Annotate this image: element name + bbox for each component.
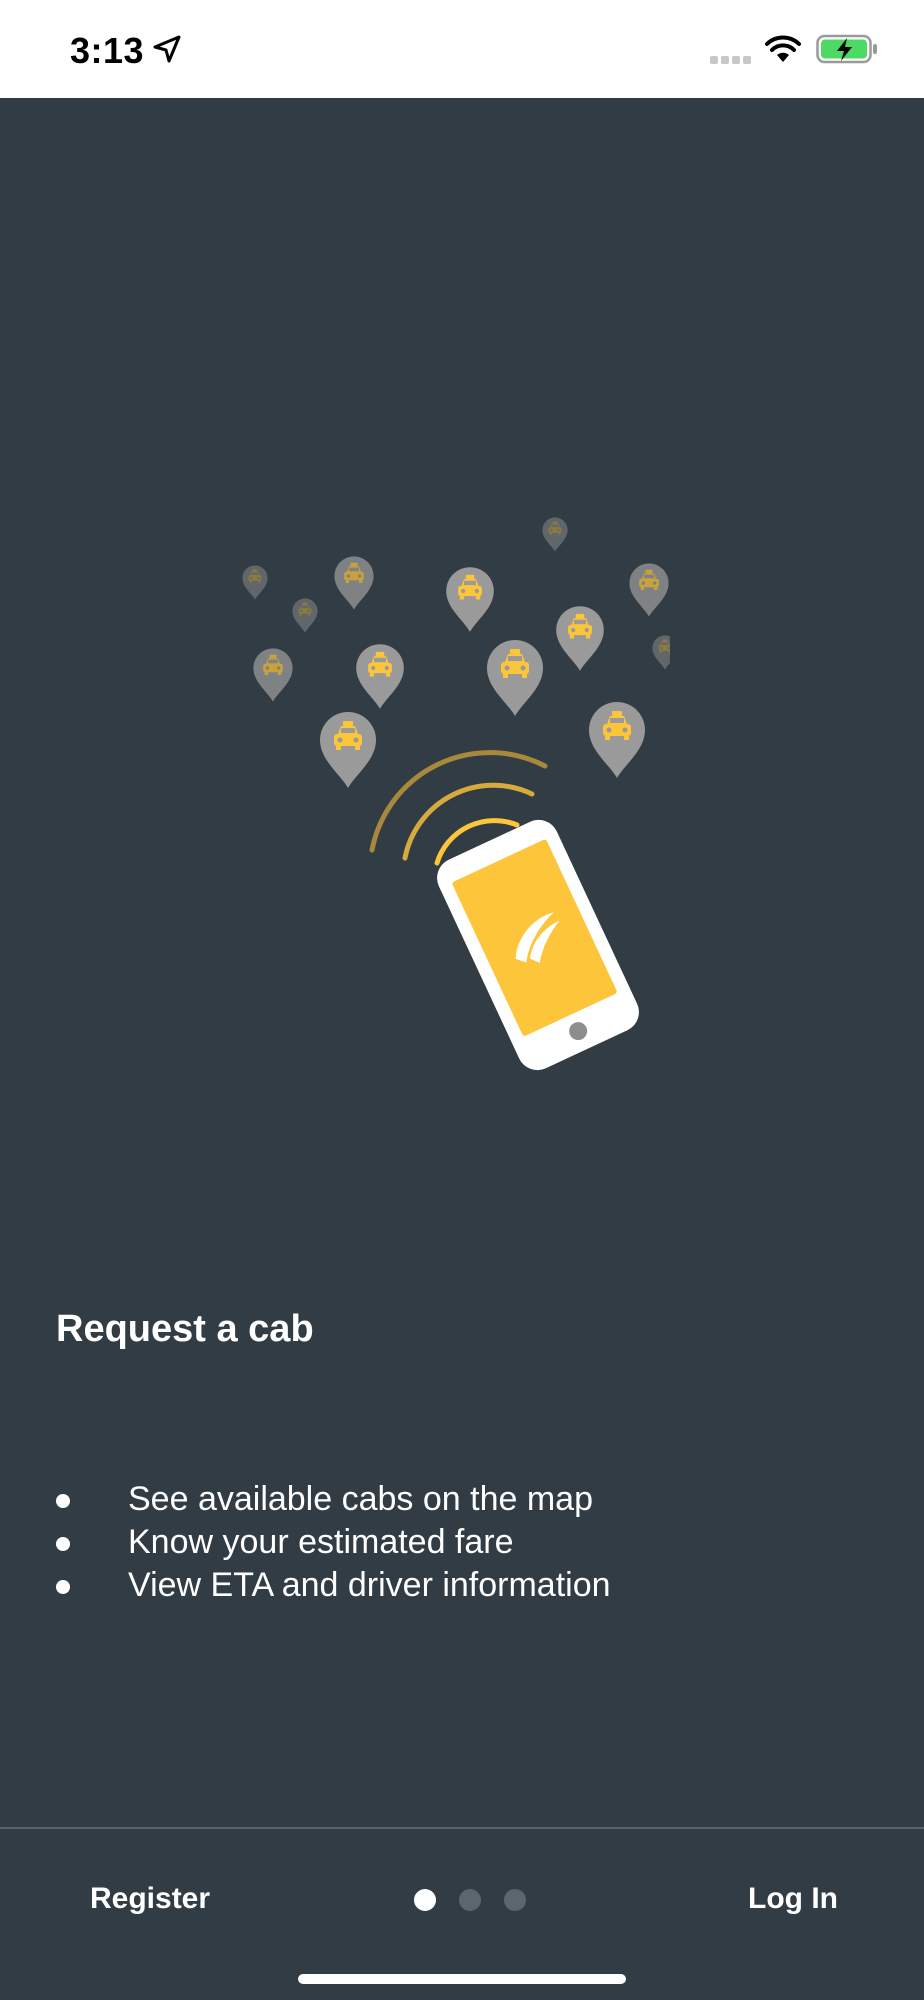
wifi-icon	[765, 35, 801, 62]
feature-text: Know your estimated fare	[128, 1523, 514, 1561]
bullet-icon	[56, 1494, 70, 1508]
register-button[interactable]: Register	[60, 1871, 240, 1927]
page-dot-1[interactable]	[414, 1889, 436, 1911]
status-time: 3:13	[70, 30, 145, 71]
bullet-icon	[56, 1580, 70, 1594]
feature-text: See available cabs on the map	[128, 1480, 593, 1518]
cellular-signal-icon	[710, 56, 751, 64]
page-title: Request a cab	[56, 1308, 314, 1350]
page-indicator	[414, 1889, 534, 1913]
bullet-icon	[56, 1537, 70, 1551]
login-button[interactable]: Log In	[748, 1871, 838, 1927]
page-dot-2[interactable]	[459, 1889, 481, 1911]
battery-charging-icon	[816, 34, 877, 64]
feature-text: View ETA and driver information	[128, 1566, 611, 1604]
phone-hailing-taxis-illustration	[242, 517, 670, 1071]
onboarding-screen: Request a cab See available cabs on the …	[0, 98, 924, 1828]
home-indicator[interactable]	[298, 1974, 626, 1984]
bottom-bar: Register Log In	[0, 1829, 924, 2000]
status-bar: 3:13	[0, 0, 924, 98]
page-dot-3[interactable]	[504, 1889, 526, 1911]
location-arrow-icon	[153, 35, 181, 63]
